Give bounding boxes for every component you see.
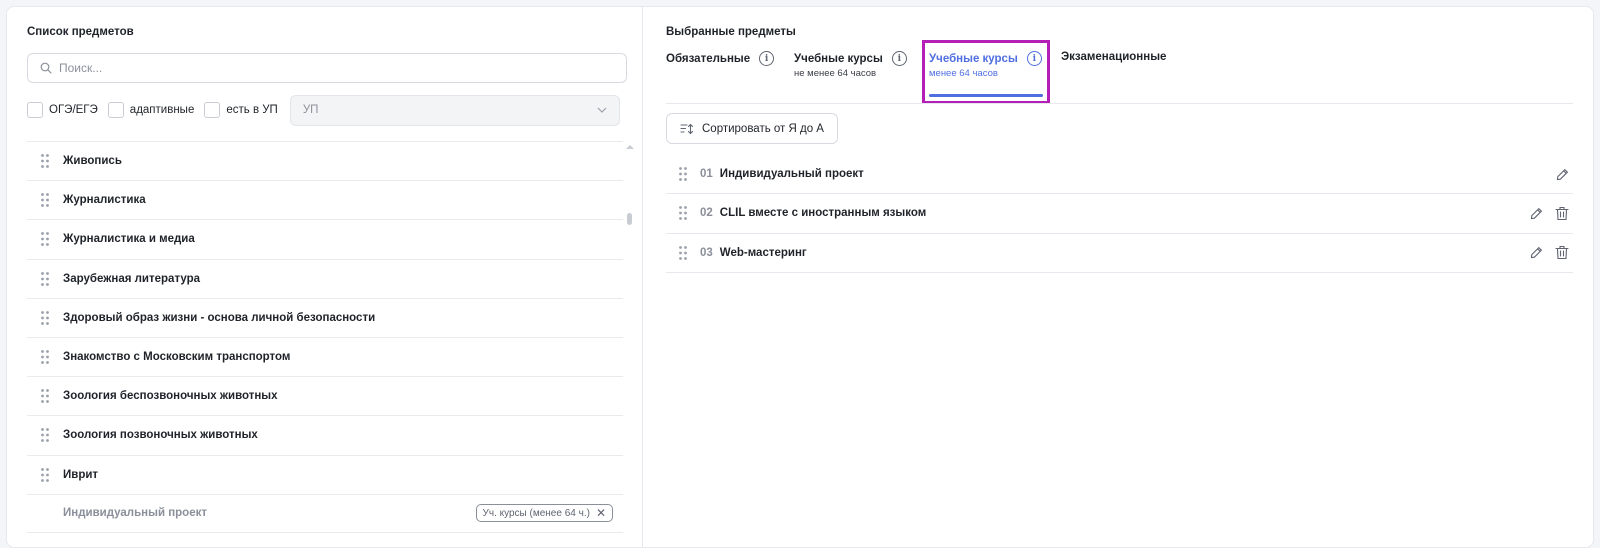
subject-name: Журналистика <box>63 194 146 207</box>
table-row[interactable]: 03 Web-мастеринг <box>666 234 1573 273</box>
selected-panel: Выбранные предметы Обязательные i Учебные… <box>644 7 1593 547</box>
status-badge: Уч. курсы (менее 64 ч.) ✕ <box>475 504 613 523</box>
subject-name: Живопись <box>63 155 122 168</box>
filter-oge-ege[interactable]: ОГЭ/ЕГЭ <box>27 102 98 118</box>
subject-name: Иврит <box>63 468 99 481</box>
subject-name: Web-мастеринг <box>719 246 807 259</box>
drag-handle-icon[interactable] <box>27 389 63 404</box>
subject-name: Журналистика и медиа <box>63 233 195 246</box>
subject-name: Зарубежная литература <box>63 272 201 285</box>
row-number: 03 <box>700 246 713 259</box>
list-item[interactable]: Живопись <box>27 141 623 180</box>
checkbox[interactable] <box>107 102 124 118</box>
table-row[interactable]: 02 CLIL вместе с иностранным языком <box>666 194 1573 234</box>
list-item[interactable]: Зарубежная литература <box>27 258 623 298</box>
chevron-down-icon <box>597 107 607 113</box>
filter-label: есть в УП <box>226 104 278 116</box>
subject-name: Здоровый образ жизни - основа личной без… <box>63 311 376 324</box>
subject-name: Зоология беспозвоночных животных <box>63 390 278 403</box>
list-item[interactable]: Зоология позвоночных животных <box>27 415 623 454</box>
subject-name: Зоология позвоночных животных <box>63 429 258 442</box>
divider <box>666 103 1573 104</box>
tab-label: Экзаменационные <box>1061 51 1167 63</box>
drag-handle-icon[interactable] <box>27 467 63 482</box>
sort-icon <box>680 123 694 134</box>
scroll-up-icon[interactable] <box>626 145 634 149</box>
drag-handle-icon[interactable] <box>27 154 63 168</box>
tab-mandatory[interactable]: Обязательные i <box>666 45 775 99</box>
list-item[interactable]: Зоология беспозвоночных животных <box>27 376 623 415</box>
filter-label: адаптивные <box>129 104 195 116</box>
pencil-icon[interactable] <box>1530 246 1543 259</box>
filter-adaptive[interactable]: адаптивные <box>107 102 195 118</box>
sort-button[interactable]: Сортировать от Я до А <box>666 113 838 144</box>
selected-list: 01 Индивидуальный проект 02 CLIL вместе … <box>666 155 1573 273</box>
row-number: 01 <box>700 168 713 181</box>
subjects-panel: Список предметов ОГЭ/ЕГЭ адаптивные есть… <box>7 7 643 547</box>
drag-handle-icon[interactable] <box>666 167 700 182</box>
main-frame: Список предметов ОГЭ/ЕГЭ адаптивные есть… <box>6 6 1594 548</box>
drag-handle-icon[interactable] <box>27 310 63 325</box>
tab-label: Обязательные <box>666 52 751 65</box>
tab-subtitle: не менее 64 часов <box>794 68 877 79</box>
pencil-icon[interactable] <box>1556 168 1569 181</box>
list-item[interactable]: Журналистика <box>27 180 623 219</box>
drag-handle-icon[interactable] <box>666 206 700 221</box>
up-select[interactable]: УП <box>289 94 620 126</box>
badge-label: Уч. курсы (менее 64 ч.) <box>482 507 590 519</box>
close-icon[interactable]: ✕ <box>596 506 606 520</box>
search-icon <box>40 62 52 74</box>
trash-icon[interactable] <box>1555 245 1569 260</box>
drag-handle-icon[interactable] <box>27 350 63 364</box>
scrollbar[interactable] <box>623 141 637 547</box>
highlight-box <box>922 40 1050 104</box>
trash-icon[interactable] <box>1555 206 1569 221</box>
subject-name: Индивидуальный проект <box>719 168 864 181</box>
checkbox[interactable] <box>27 102 43 118</box>
list-item[interactable]: Здоровый образ жизни - основа личной без… <box>27 297 623 337</box>
list-item[interactable]: Журналистика и медиа <box>27 219 623 258</box>
sort-label: Сортировать от Я до А <box>702 122 824 135</box>
subject-list: Живопись Журналистика Журналистика и мед… <box>27 141 623 533</box>
subject-name: Индивидуальный проект <box>63 507 207 520</box>
subjects-panel-title: Список предметов <box>27 26 134 38</box>
drag-handle-icon[interactable] <box>27 193 63 208</box>
search-input[interactable] <box>59 61 599 75</box>
tab-label: Учебные курсы <box>794 52 883 65</box>
tab-exams[interactable]: Экзаменационные <box>1061 45 1166 99</box>
scroll-thumb[interactable] <box>627 213 632 225</box>
list-item-disabled: Индивидуальный проект Уч. курсы (менее 6… <box>27 493 623 533</box>
drag-handle-icon[interactable] <box>27 271 63 286</box>
filter-label: ОГЭ/ЕГЭ <box>49 104 98 116</box>
subject-name: CLIL вместе с иностранным языком <box>719 207 927 220</box>
subject-name: Знакомство с Московским транспортом <box>63 351 291 364</box>
checkbox[interactable] <box>204 102 221 118</box>
select-value: УП <box>302 104 319 116</box>
tab-courses-64-plus[interactable]: Учебные курсы i не менее 64 часов <box>794 45 907 99</box>
tabs: Обязательные i Учебные курсы i не менее 64… <box>666 45 1586 99</box>
info-icon[interactable]: i <box>891 51 907 66</box>
list-item[interactable]: Знакомство с Московским транспортом <box>27 336 623 376</box>
search-box[interactable] <box>27 53 627 83</box>
filters-row: ОГЭ/ЕГЭ адаптивные есть в УП УП <box>27 94 637 126</box>
list-item[interactable]: Иврит <box>27 454 623 494</box>
drag-handle-icon[interactable] <box>27 428 63 443</box>
drag-handle-icon[interactable] <box>27 232 63 247</box>
table-row[interactable]: 01 Индивидуальный проект <box>666 155 1573 195</box>
info-icon[interactable]: i <box>759 51 775 66</box>
filter-in-up[interactable]: есть в УП <box>204 102 278 118</box>
selected-panel-title: Выбранные предметы <box>666 26 796 38</box>
drag-handle-icon[interactable] <box>666 245 700 260</box>
pencil-icon[interactable] <box>1530 207 1543 220</box>
row-number: 02 <box>700 207 713 220</box>
